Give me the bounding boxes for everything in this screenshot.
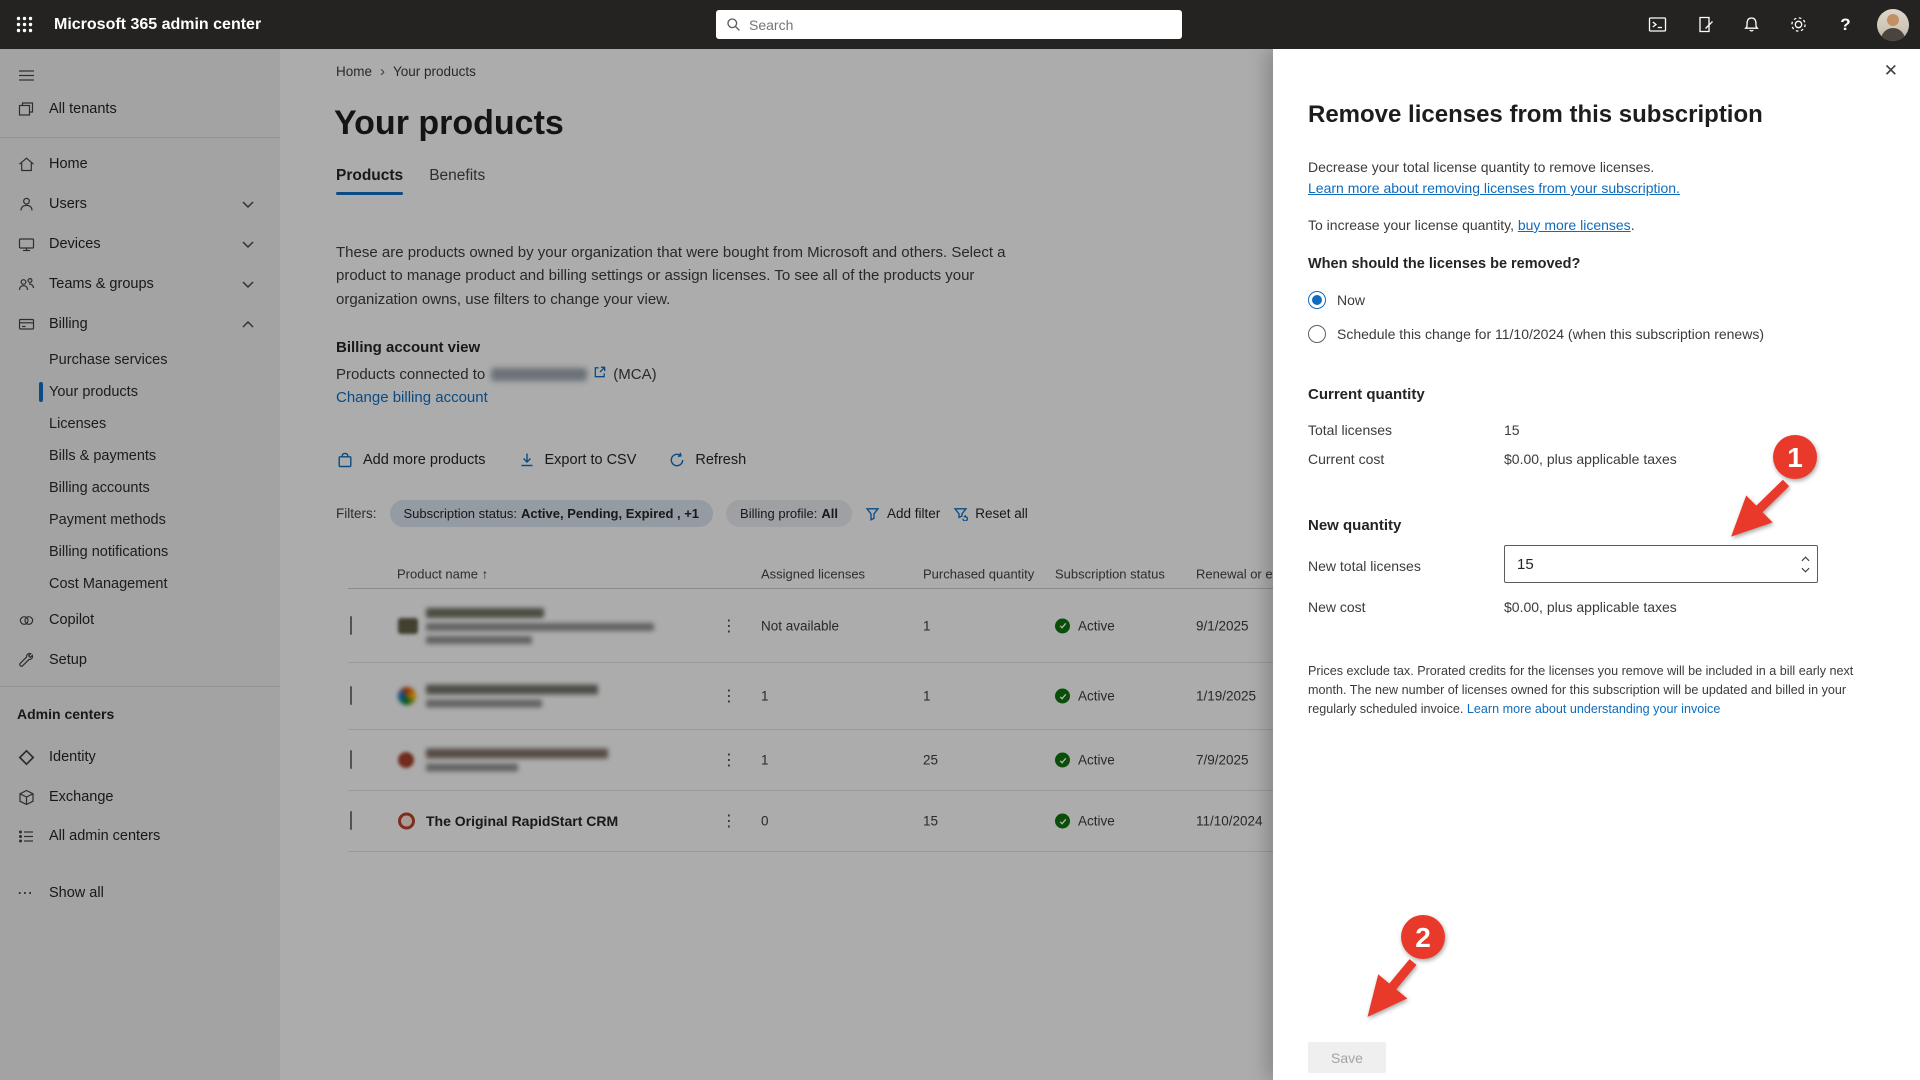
new-total-licenses-field	[1504, 545, 1818, 583]
new-cost-label: New cost	[1308, 599, 1366, 615]
user-avatar	[1876, 8, 1909, 41]
current-cost-value: $0.00, plus applicable taxes	[1504, 451, 1677, 467]
m365-admin-center: Microsoft 365 admin center Search ? All …	[0, 0, 1920, 1080]
panel-intro: Decrease your total license quantity to …	[1308, 159, 1680, 196]
close-icon[interactable]: ✕	[1884, 61, 1898, 81]
radio-unselected-icon[interactable]	[1308, 325, 1326, 343]
notifications-button[interactable]	[1728, 0, 1775, 49]
radio-selected-icon[interactable]	[1308, 291, 1326, 309]
new-total-licenses-label: New total licenses	[1308, 558, 1421, 574]
buy-more-licenses-link[interactable]: buy more licenses	[1518, 217, 1631, 233]
understanding-invoice-link[interactable]: Learn more about understanding your invo…	[1467, 702, 1720, 716]
settings-button[interactable]	[1775, 0, 1822, 49]
question-icon: ?	[1840, 14, 1851, 34]
prorate-fine-print: Prices exclude tax. Prorated credits for…	[1308, 664, 1854, 716]
new-quantity-heading: New quantity	[1308, 517, 1402, 534]
cli-button[interactable]	[1634, 0, 1681, 49]
total-licenses-value: 15	[1504, 422, 1520, 438]
panel-increase-note: To increase your license quantity, buy m…	[1308, 217, 1635, 233]
total-licenses-label: Total licenses	[1308, 422, 1393, 438]
current-cost-label: Current cost	[1308, 451, 1385, 467]
search-icon	[727, 18, 740, 31]
feedback-button[interactable]	[1681, 0, 1728, 49]
panel-title: Remove licenses from this subscription	[1308, 101, 1763, 128]
learn-more-removing-link[interactable]: Learn more about removing licenses from …	[1308, 180, 1680, 196]
bell-icon	[1744, 17, 1759, 32]
app-launcher-button[interactable]	[0, 0, 48, 49]
remove-licenses-panel: ✕ Remove licenses from this subscription…	[1273, 49, 1920, 1080]
search-input[interactable]	[749, 16, 1172, 33]
document-pen-icon	[1699, 16, 1713, 33]
gear-icon	[1791, 17, 1806, 32]
account-button[interactable]	[1869, 0, 1916, 49]
save-button[interactable]: Save	[1308, 1042, 1386, 1073]
quantity-stepper	[1793, 546, 1817, 582]
stepper-up-icon[interactable]	[1800, 555, 1810, 562]
radio-option-now[interactable]: Now	[1308, 291, 1365, 309]
radio-option-schedule[interactable]: Schedule this change for 11/10/2024 (whe…	[1308, 325, 1764, 343]
new-cost-value: $0.00, plus applicable taxes	[1504, 599, 1677, 615]
app-title: Microsoft 365 admin center	[54, 15, 262, 33]
global-search[interactable]	[716, 10, 1182, 39]
top-app-bar: Microsoft 365 admin center Search ?	[0, 0, 1920, 49]
new-total-licenses-input[interactable]	[1505, 555, 1793, 573]
terminal-icon	[1648, 17, 1667, 32]
current-quantity-heading: Current quantity	[1308, 386, 1425, 403]
modal-backdrop	[0, 49, 1273, 1080]
stepper-down-icon[interactable]	[1800, 567, 1810, 573]
when-removed-heading: When should the licenses be removed?	[1308, 256, 1581, 272]
waffle-icon	[16, 16, 32, 33]
help-button[interactable]: ?	[1822, 0, 1869, 49]
